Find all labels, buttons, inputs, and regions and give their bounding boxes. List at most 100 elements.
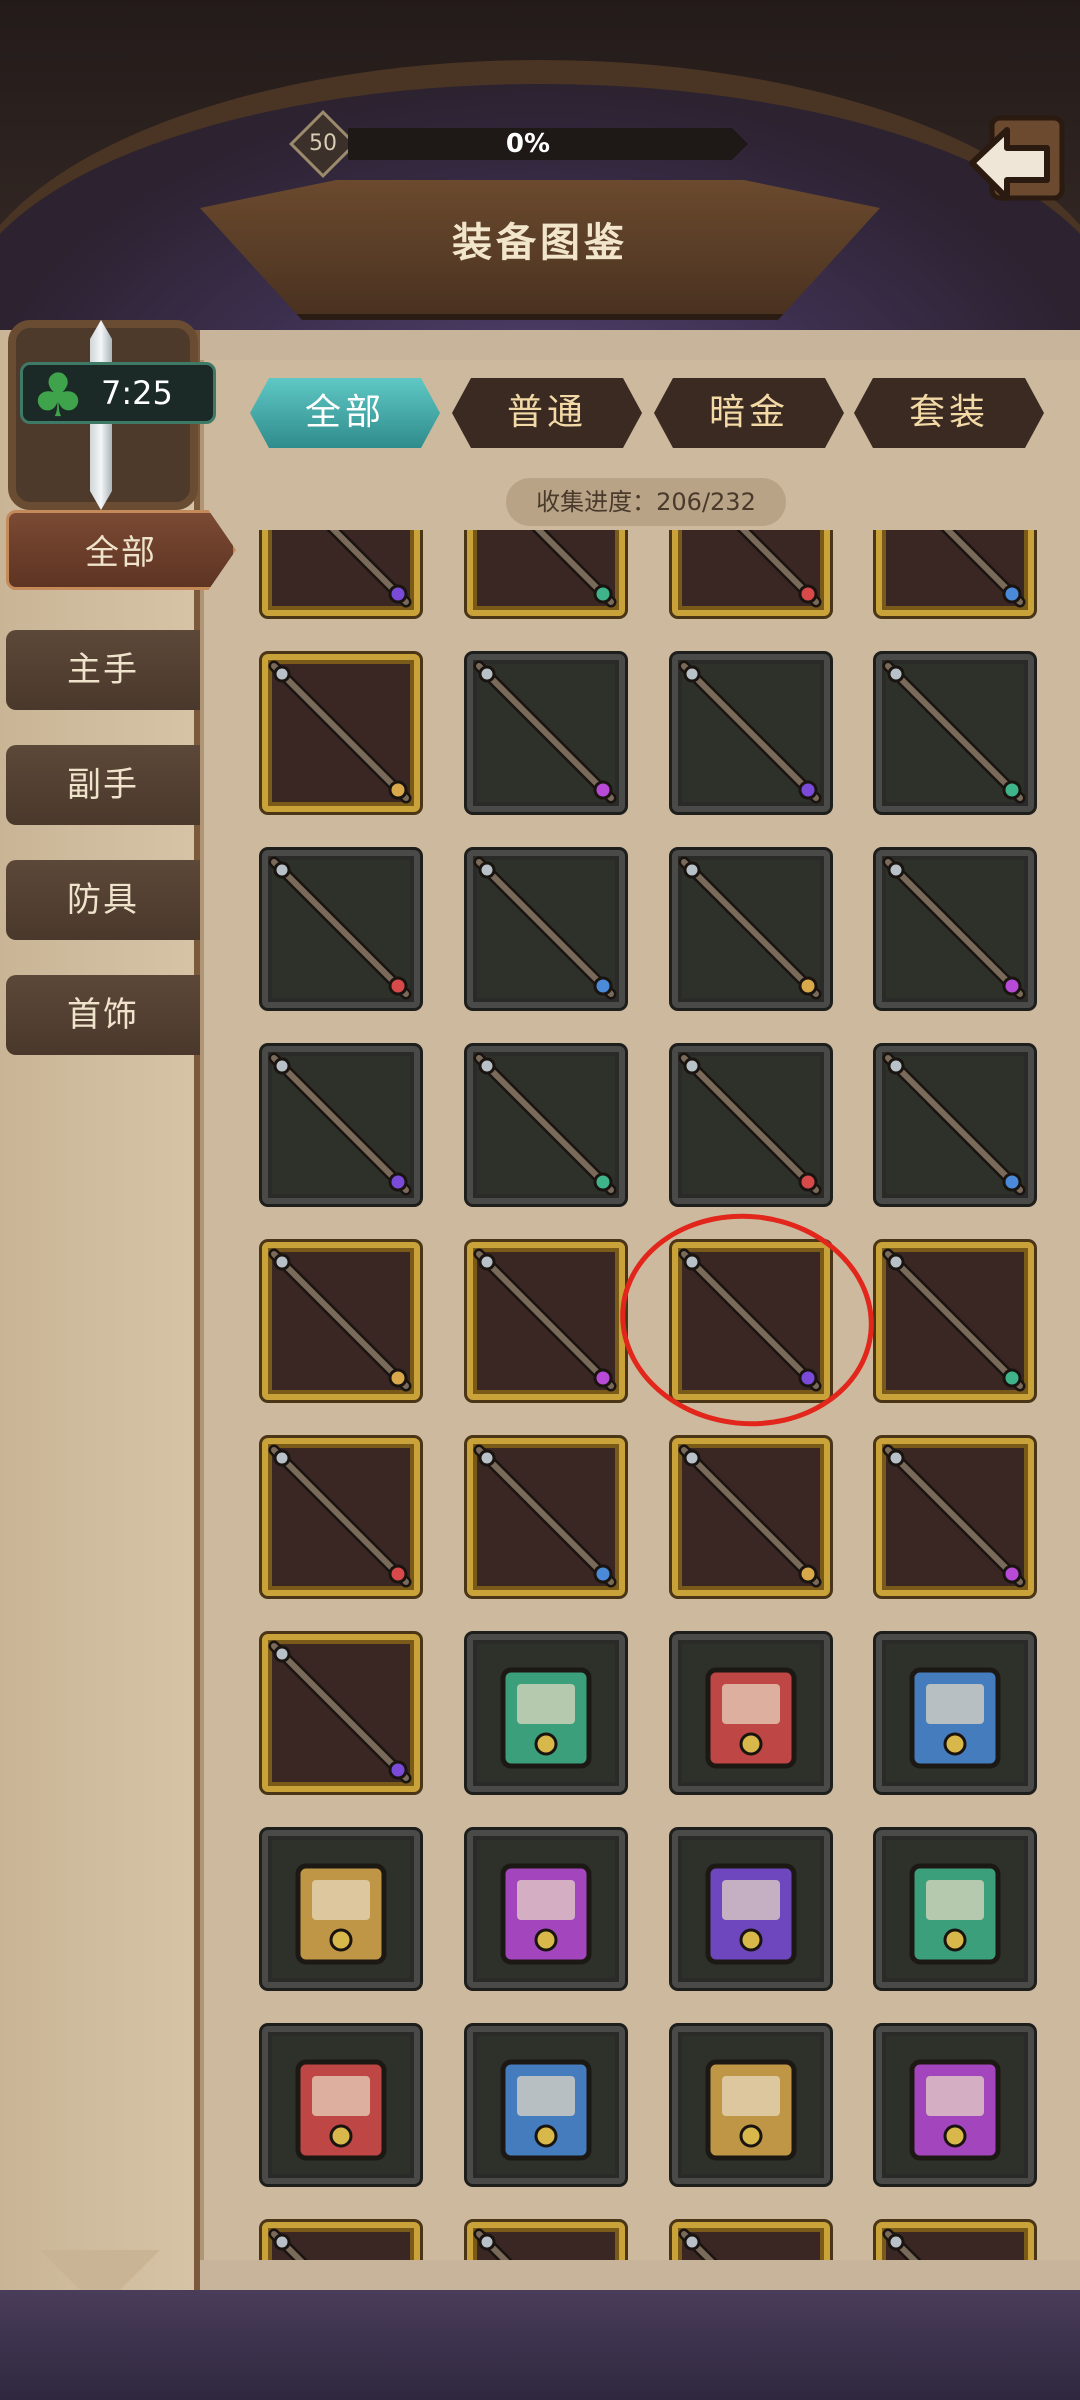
sidebar-item-armor[interactable]: 防具 (6, 860, 200, 940)
equipment-slot-wand[interactable] (876, 850, 1034, 1008)
wood-staff-icon (473, 1444, 617, 1588)
hat-staff-icon (268, 1640, 412, 1784)
equipment-slot-staff[interactable] (876, 530, 1034, 616)
shadow-blade-staff-icon (473, 1248, 617, 1392)
tab-all[interactable]: 全部 (250, 378, 440, 448)
equipment-slot-tool-bag[interactable] (262, 1830, 420, 1988)
sidebar-item-all[interactable]: 全部 (6, 510, 236, 590)
star-book-icon (705, 2059, 797, 2161)
equipment-slot-staff[interactable] (262, 530, 420, 616)
shield-book-icon (705, 1863, 797, 1965)
equipment-slot-staff[interactable] (467, 530, 625, 616)
staff-icon (326, 530, 412, 608)
equipment-slot-wand[interactable] (672, 654, 830, 812)
wand-icon (678, 1052, 822, 1196)
equipment-slot-thorn-staff[interactable] (876, 1242, 1034, 1400)
equipment-slot-wand[interactable] (467, 850, 625, 1008)
wand-icon (678, 856, 822, 1000)
tool-bag-icon (295, 1863, 387, 1965)
spellbook-icon (705, 1667, 797, 1769)
equipment-slot-wood-staff[interactable] (467, 1438, 625, 1596)
sidebar (0, 330, 200, 2310)
equipment-slot-item[interactable] (672, 2222, 830, 2260)
equipment-slot-wand[interactable] (467, 654, 625, 812)
bottom-background (0, 2290, 1080, 2400)
sidebar-item-off-hand[interactable]: 副手 (6, 745, 200, 825)
staff-icon (531, 530, 617, 608)
equipment-slot-wand[interactable] (876, 654, 1034, 812)
sidebar-item-main-hand[interactable]: 主手 (6, 630, 200, 710)
scythe-staff-icon (268, 660, 412, 804)
equipment-slot-paper-stack[interactable] (467, 2026, 625, 2184)
collection-progress: 收集进度：206/232 (506, 478, 786, 526)
equipment-slot-vine-staff[interactable] (262, 1046, 420, 1204)
equipment-slot-wand[interactable] (672, 850, 830, 1008)
equipment-slot-spear-staff[interactable] (262, 1242, 420, 1400)
leaf-book-icon (909, 2059, 1001, 2161)
back-arrow-icon (969, 115, 1065, 201)
equipment-slot-shield-book[interactable] (672, 1830, 830, 1988)
tab-set[interactable]: 套装 (854, 378, 1044, 448)
back-button[interactable] (962, 108, 1072, 218)
eye-staff-icon (268, 1444, 412, 1588)
wand-icon (678, 660, 822, 804)
tab-normal[interactable]: 普通 (452, 378, 642, 448)
equipment-slot-wand[interactable] (467, 1046, 625, 1204)
wand-icon (473, 1052, 617, 1196)
timer-badge[interactable]: ♣ 7:25 (20, 361, 216, 431)
wolf-mask-icon (909, 1863, 1001, 1965)
wand-icon (882, 1052, 1026, 1196)
equipment-slot-leaf-book[interactable] (876, 2026, 1034, 2184)
level-number: 50 (309, 131, 337, 156)
equipment-slot-spellbook[interactable] (672, 1634, 830, 1792)
spear-staff-icon (268, 1248, 412, 1392)
equipment-slot-dark-wand[interactable] (876, 1438, 1034, 1596)
wand-icon (473, 660, 617, 804)
equipment-slot-staff[interactable] (672, 530, 830, 616)
equipment-slot-wand[interactable] (672, 1046, 830, 1204)
level-progress: 50 0% (289, 110, 760, 178)
rose-staff-icon (678, 1444, 822, 1588)
scroll-icon (500, 1667, 592, 1769)
tab-dark-gold[interactable]: 暗金 (654, 378, 844, 448)
timer-text: 7:25 (101, 374, 173, 412)
equipment-slot-scroll[interactable] (467, 1634, 625, 1792)
level-badge: 50 (289, 110, 357, 178)
wand-icon (882, 660, 1026, 804)
wand-icon (882, 856, 1026, 1000)
crystal-staff-icon (268, 856, 412, 1000)
equipment-slot-item[interactable] (876, 2222, 1034, 2260)
equipment-slot-item[interactable] (467, 2222, 625, 2260)
page-title: 装备图鉴 (452, 220, 628, 266)
equipment-slot-potion-orb[interactable] (467, 1830, 625, 1988)
equipment-slot-scythe-staff[interactable] (262, 654, 420, 812)
clover-icon: ♣ (31, 361, 85, 431)
staff-icon (940, 530, 1026, 608)
equipment-slot-wolf-mask[interactable] (876, 1830, 1034, 1988)
item-icon (882, 2228, 922, 2260)
item-icon (473, 2228, 513, 2260)
paper-stack-icon (500, 2059, 592, 2161)
staff-icon (736, 530, 822, 608)
equipment-slot-hat-staff[interactable] (262, 1634, 420, 1792)
tome-bundle-icon (295, 2059, 387, 2161)
equipment-slot-rose-staff[interactable] (672, 1438, 830, 1596)
item-icon (678, 2228, 718, 2260)
equipment-slot-wand[interactable] (876, 1046, 1034, 1204)
equipment-slot-item[interactable] (262, 2222, 420, 2260)
equipment-slot-eye-staff[interactable] (262, 1438, 420, 1596)
wand-icon (473, 856, 617, 1000)
equipment-slot-crystal-box[interactable] (876, 1634, 1034, 1792)
item-icon (268, 2228, 308, 2260)
sidebar-item-jewelry[interactable]: 首饰 (6, 975, 200, 1055)
thorn-staff-icon (882, 1248, 1026, 1392)
potion-orb-icon (500, 1863, 592, 1965)
equipment-slot-tome-bundle[interactable] (262, 2026, 420, 2184)
vine-staff-icon (268, 1052, 412, 1196)
equipment-slot-shadow-blade-staff[interactable] (467, 1242, 625, 1400)
dark-wand-icon (882, 1444, 1026, 1588)
equipment-slot-crystal-staff[interactable] (262, 850, 420, 1008)
equipment-slot-star-book[interactable] (672, 2026, 830, 2184)
progress-text: 0% (505, 129, 551, 159)
equipment-grid (240, 530, 1060, 2260)
